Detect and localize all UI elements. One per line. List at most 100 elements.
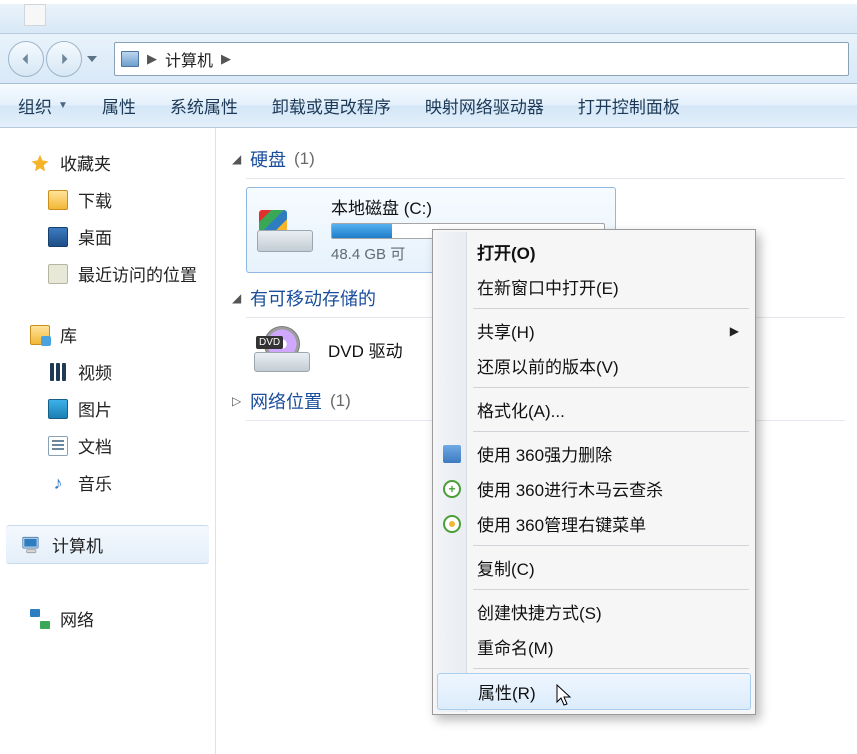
toolbar-uninstall[interactable]: 卸载或更改程序 xyxy=(272,93,391,118)
chevron-down-icon: ▼ xyxy=(58,100,68,111)
nav-favorites-label: 收藏夹 xyxy=(60,150,111,175)
toolbar-map-drive[interactable]: 映射网络驱动器 xyxy=(425,93,544,118)
menu-separator xyxy=(473,308,749,309)
chevron-down-icon xyxy=(87,56,97,62)
360-delete-icon xyxy=(443,445,461,463)
nav-pictures[interactable]: 图片 xyxy=(0,390,215,427)
nav-network-label: 网络 xyxy=(60,606,94,631)
toolbar-properties[interactable]: 属性 xyxy=(102,93,136,118)
toolbar-control-panel[interactable]: 打开控制面板 xyxy=(578,93,680,118)
nav-desktop-label: 桌面 xyxy=(78,224,112,249)
context-360-scan[interactable]: 使用 360进行木马云查杀 xyxy=(435,471,753,506)
forward-button[interactable] xyxy=(46,41,82,77)
computer-icon xyxy=(121,51,139,67)
nav-computer[interactable]: 计算机 xyxy=(6,525,209,564)
downloads-icon xyxy=(48,190,68,210)
context-restore-previous[interactable]: 还原以前的版本(V) xyxy=(435,348,753,383)
dvd-drive-icon: DVD xyxy=(254,326,310,372)
360-menu-icon xyxy=(443,515,461,533)
nav-section-favorites: 收藏夹 下载 桌面 最近访问的位置 xyxy=(0,144,215,292)
context-share[interactable]: 共享(H) ▶ xyxy=(435,313,753,348)
pictures-icon xyxy=(48,399,68,419)
toolbar-control-panel-label: 打开控制面板 xyxy=(578,93,680,118)
arrow-left-icon xyxy=(19,52,33,66)
toolbar-system-properties[interactable]: 系统属性 xyxy=(170,93,238,118)
breadcrumb-separator: ▶ xyxy=(147,51,157,67)
toolbar-organize[interactable]: 组织 ▼ xyxy=(18,93,68,118)
nav-recent-label: 最近访问的位置 xyxy=(78,261,197,286)
nav-section-libraries: 库 视频 图片 文档 ♪ 音乐 xyxy=(0,316,215,501)
system-menu-icon[interactable] xyxy=(24,4,46,26)
group-separator xyxy=(246,178,845,179)
nav-desktop[interactable]: 桌面 xyxy=(0,218,215,255)
recent-places-icon xyxy=(48,264,68,284)
nav-libraries[interactable]: 库 xyxy=(0,316,215,353)
nav-favorites[interactable]: 收藏夹 xyxy=(0,144,215,181)
nav-music-label: 音乐 xyxy=(78,470,112,495)
context-copy-label: 复制(C) xyxy=(477,555,535,580)
context-format[interactable]: 格式化(A)... xyxy=(435,392,753,427)
nav-documents[interactable]: 文档 xyxy=(0,427,215,464)
nav-downloads[interactable]: 下载 xyxy=(0,181,215,218)
context-create-shortcut[interactable]: 创建快捷方式(S) xyxy=(435,594,753,629)
context-360-scan-label: 使用 360进行木马云查杀 xyxy=(477,476,663,501)
navigation-bar: ▶ 计算机 ▶ xyxy=(0,34,857,84)
libraries-icon xyxy=(30,325,50,345)
menu-separator xyxy=(473,545,749,546)
nav-videos-label: 视频 xyxy=(78,359,112,384)
menu-separator xyxy=(473,589,749,590)
submenu-arrow-icon: ▶ xyxy=(730,324,739,338)
collapse-caret-icon[interactable]: ◢ xyxy=(232,152,244,166)
group-removable-label: 有可移动存储的 xyxy=(250,285,376,311)
context-properties[interactable]: 属性(R) xyxy=(437,673,751,710)
nav-network[interactable]: 网络 xyxy=(0,600,215,637)
videos-icon xyxy=(48,362,68,382)
local-disk-icon xyxy=(257,206,313,252)
nav-documents-label: 文档 xyxy=(78,433,112,458)
documents-icon xyxy=(48,436,68,456)
context-360-menu[interactable]: 使用 360管理右键菜单 xyxy=(435,506,753,541)
history-dropdown[interactable] xyxy=(84,47,100,71)
context-menu: 打开(O) 在新窗口中打开(E) 共享(H) ▶ 还原以前的版本(V) 格式化(… xyxy=(432,229,756,715)
network-icon xyxy=(30,609,50,629)
navigation-pane: 收藏夹 下载 桌面 最近访问的位置 库 视频 xyxy=(0,128,216,754)
command-toolbar: 组织 ▼ 属性 系统属性 卸载或更改程序 映射网络驱动器 打开控制面板 xyxy=(0,84,857,128)
context-copy[interactable]: 复制(C) xyxy=(435,550,753,585)
address-bar[interactable]: ▶ 计算机 ▶ xyxy=(114,42,849,76)
nav-videos[interactable]: 视频 xyxy=(0,353,215,390)
context-open-new-window[interactable]: 在新窗口中打开(E) xyxy=(435,269,753,304)
breadcrumb-separator[interactable]: ▶ xyxy=(221,51,231,67)
context-360-menu-label: 使用 360管理右键菜单 xyxy=(477,511,646,536)
nav-music[interactable]: ♪ 音乐 xyxy=(0,464,215,501)
drive-c-name: 本地磁盘 (C:) xyxy=(331,194,605,219)
360-scan-icon xyxy=(443,480,461,498)
group-network-label: 网络位置 xyxy=(250,388,322,414)
nav-computer-label: 计算机 xyxy=(52,532,103,557)
computer-icon xyxy=(22,534,42,556)
nav-downloads-label: 下载 xyxy=(78,187,112,212)
nav-pictures-label: 图片 xyxy=(78,396,112,421)
toolbar-organize-label: 组织 xyxy=(18,93,52,118)
expand-caret-icon[interactable]: ▷ xyxy=(232,394,244,408)
context-create-shortcut-label: 创建快捷方式(S) xyxy=(477,599,602,624)
menu-separator xyxy=(473,668,749,669)
breadcrumb-root[interactable]: 计算机 xyxy=(165,47,213,71)
star-icon xyxy=(30,153,50,173)
context-open[interactable]: 打开(O) xyxy=(435,234,753,269)
context-360-delete[interactable]: 使用 360强力删除 xyxy=(435,436,753,471)
context-rename-label: 重命名(M) xyxy=(477,634,553,659)
desktop-icon xyxy=(48,227,68,247)
dvd-drive-name: DVD 驱动 xyxy=(328,337,403,362)
nav-recent[interactable]: 最近访问的位置 xyxy=(0,255,215,292)
menu-separator xyxy=(473,431,749,432)
window-titlebar xyxy=(0,4,857,34)
back-button[interactable] xyxy=(8,41,44,77)
toolbar-map-drive-label: 映射网络驱动器 xyxy=(425,93,544,118)
music-icon: ♪ xyxy=(48,473,68,493)
nav-arrows xyxy=(8,41,100,77)
arrow-right-icon xyxy=(57,52,71,66)
context-rename[interactable]: 重命名(M) xyxy=(435,629,753,664)
collapse-caret-icon[interactable]: ◢ xyxy=(232,291,244,305)
context-share-label: 共享(H) xyxy=(477,318,535,343)
group-header-disks[interactable]: ◢ 硬盘 (1) xyxy=(232,146,845,172)
